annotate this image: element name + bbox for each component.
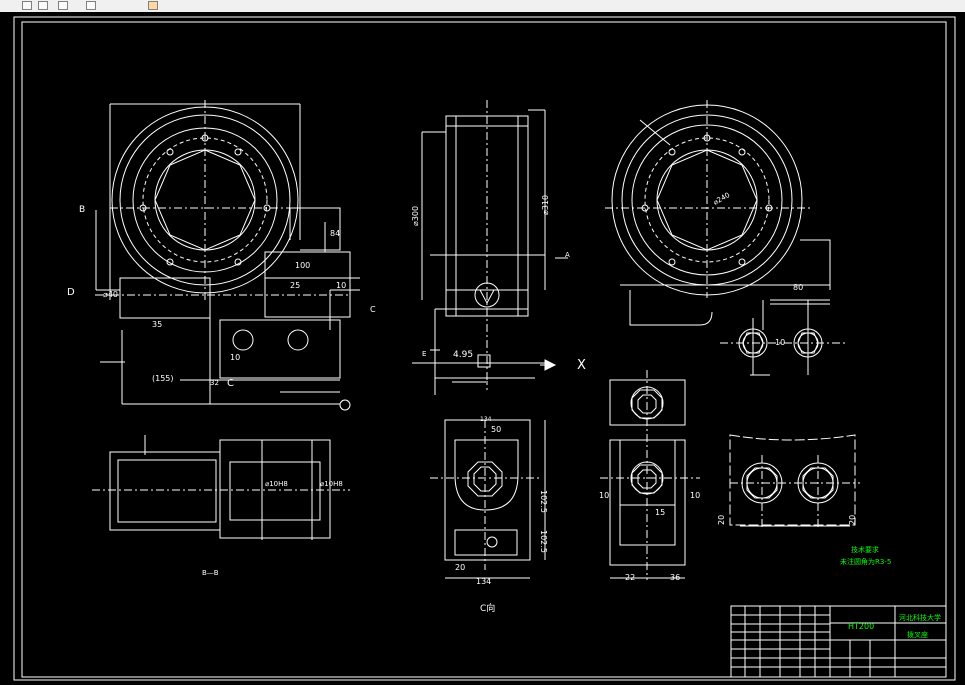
dim-10a: 10 (336, 281, 346, 290)
dim-35: 35 (152, 320, 162, 329)
dim-32: 32 (210, 379, 219, 387)
dim-80: 80 (793, 283, 803, 292)
view-c-label: C向 (480, 602, 495, 614)
dim-10c: 10 (775, 338, 785, 347)
label-x: X (577, 358, 586, 373)
dim-50: 50 (491, 425, 501, 434)
chevron-icon[interactable] (86, 1, 96, 10)
dim-phi40: ⌀40 (103, 290, 118, 299)
dim-4-95: 4.95 (453, 350, 473, 360)
label-c-small: C (227, 378, 234, 389)
dim-100: 100 (295, 261, 310, 270)
dim-134-bottom: 134 (476, 577, 491, 586)
dim-102-5b: 102.5 (539, 530, 548, 553)
dim-36: 36 (670, 573, 680, 582)
pencil-icon[interactable] (22, 1, 32, 10)
dim-25: 25 (290, 281, 300, 290)
label-d: D (67, 287, 75, 298)
cad-drawing-canvas[interactable]: B D C C A ⌀40 35 25 10 84 100 10 (155) 3… (0, 12, 965, 685)
window-icon[interactable] (38, 1, 48, 10)
dim-phi310: ⌀310 (541, 195, 550, 215)
dim-10e: 10 (690, 491, 700, 500)
dim-10d: 10 (599, 491, 609, 500)
material-label: HT200 (848, 622, 874, 631)
dim-phi10h8-a: ⌀10H8 (265, 480, 288, 488)
bug-icon[interactable] (148, 1, 158, 10)
label-b-left: B (79, 205, 85, 215)
dim-20c: 20 (848, 515, 857, 525)
label-e: E (422, 350, 426, 358)
dim-155: (155) (152, 374, 174, 383)
dim-10b: 10 (230, 353, 240, 362)
part-name-label: 拨叉座 (907, 630, 928, 639)
school-label: 河北科技大学 (899, 613, 941, 622)
tech-req-note: 未注圆角为R3-5 (840, 557, 891, 566)
dim-102-5a: 102.5 (539, 490, 548, 513)
dim-20: 20 (455, 563, 465, 572)
dim-15: 15 (655, 508, 665, 517)
section-bb-label: B—B (202, 569, 219, 577)
window-icon[interactable] (58, 1, 68, 10)
label-a-small: A (565, 251, 570, 259)
tech-req-title: 技术要求 (851, 545, 879, 554)
dim-22: 22 (625, 573, 635, 582)
dim-20b: 20 (717, 515, 726, 525)
dim-84: 84 (330, 229, 340, 238)
dim-134-top: 134 (480, 416, 492, 423)
dim-phi10h8-b: ⌀10H8 (320, 480, 343, 488)
label-c-right: C (370, 305, 376, 314)
dim-phi300: ⌀300 (411, 206, 420, 226)
